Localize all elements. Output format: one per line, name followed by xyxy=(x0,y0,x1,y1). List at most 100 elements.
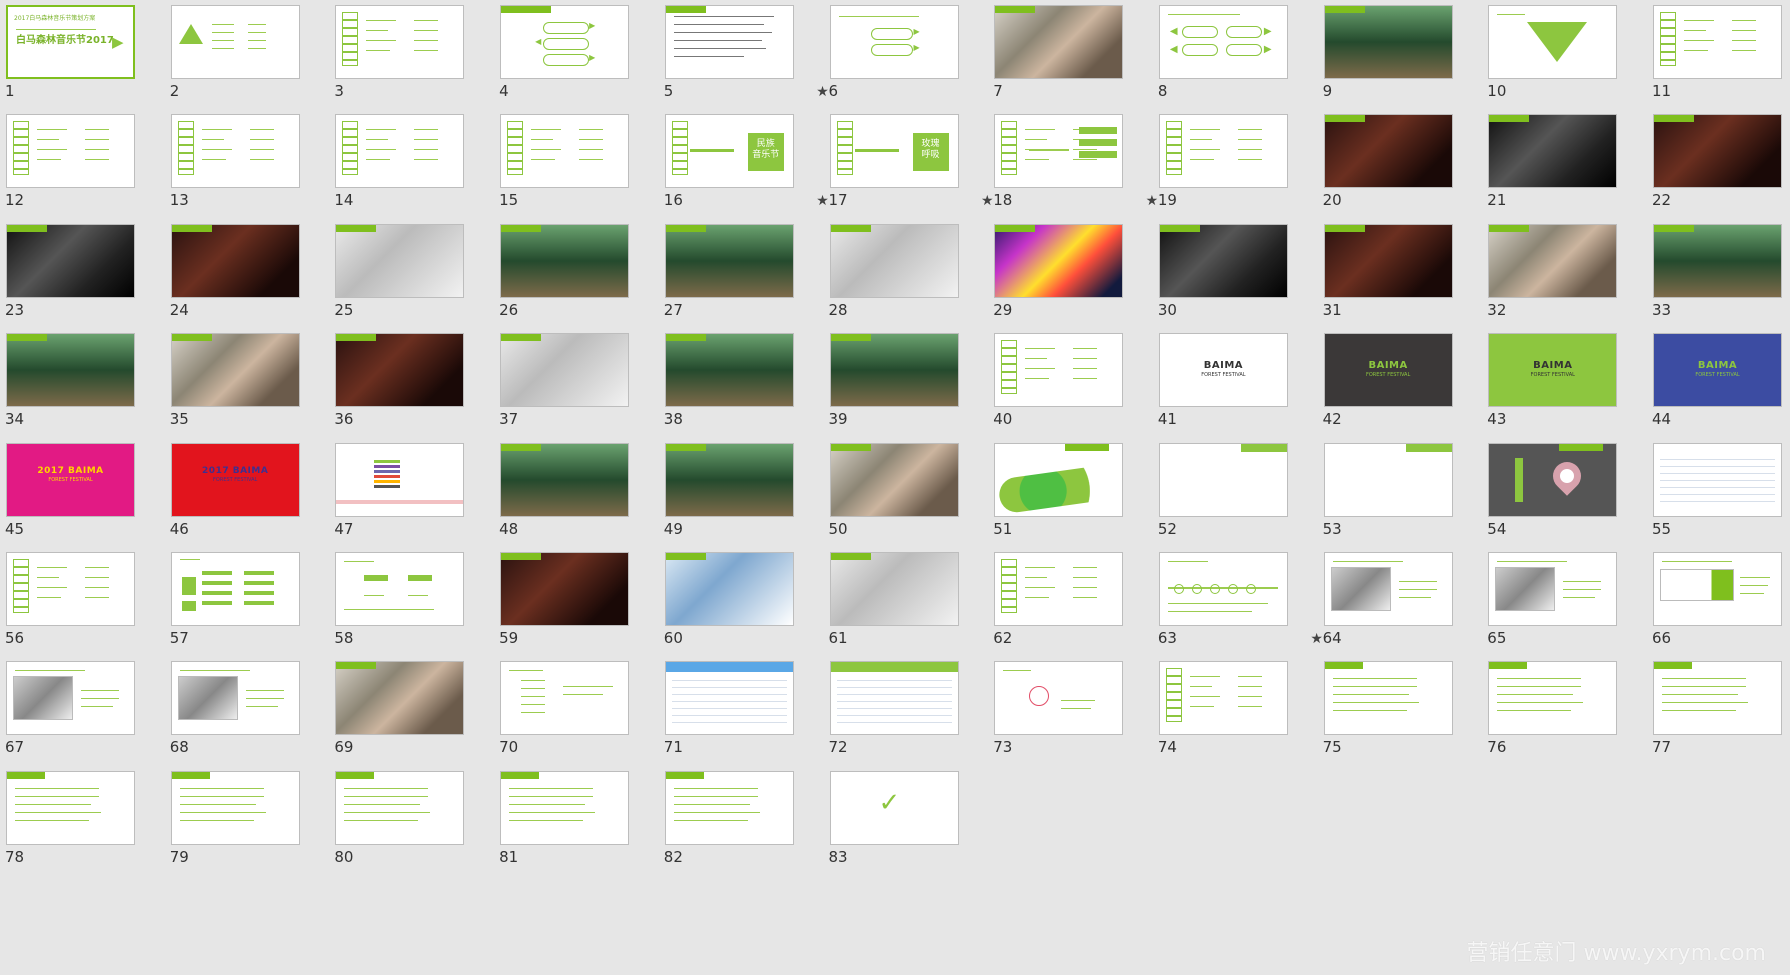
slide-item[interactable]: 61 xyxy=(829,552,994,661)
slide-item[interactable]: 24 xyxy=(170,223,335,333)
slide-thumbnail[interactable] xyxy=(1158,552,1288,626)
slide-item[interactable]: 60 xyxy=(664,552,829,661)
slide-item[interactable]: 58 xyxy=(334,552,499,661)
slide-thumbnail[interactable] xyxy=(829,442,959,517)
slide-item[interactable]: 80 xyxy=(334,770,499,880)
slide-item[interactable]: 30 xyxy=(1158,223,1323,333)
slide-item[interactable]: 51 xyxy=(993,442,1158,552)
slide-thumbnail[interactable] xyxy=(335,114,465,189)
slide-item[interactable]: 11 xyxy=(1652,5,1790,114)
slide-thumbnail[interactable] xyxy=(1653,442,1782,517)
slide-thumbnail[interactable] xyxy=(335,661,465,736)
slide-item[interactable]: 54 xyxy=(1487,442,1652,552)
slide-item[interactable]: 33 xyxy=(1652,223,1790,333)
slide-item[interactable]: 2017 BAIMA FOREST FESTIVAL 46 xyxy=(170,442,335,552)
slide-item[interactable]: ✓ 83 xyxy=(829,770,994,880)
slide-item[interactable]: 67 xyxy=(5,661,170,770)
slide-thumbnail[interactable] xyxy=(994,333,1124,408)
slide-thumbnail[interactable]: 2017 BAIMA FOREST FESTIVAL xyxy=(6,442,135,517)
slide-item[interactable]: 19 xyxy=(1158,114,1323,223)
slide-thumbnail[interactable] xyxy=(1653,661,1782,736)
slide-thumbnail[interactable]: 2017白马森林音乐节策划方案 白马森林音乐节2017 ▶ xyxy=(6,5,135,79)
slide-item[interactable]: ▶ ◀ ▶ 4 xyxy=(499,5,664,114)
slide-item[interactable]: 15 xyxy=(499,114,664,223)
slide-item[interactable]: 66 xyxy=(1652,552,1790,661)
slide-item[interactable]: 62 xyxy=(993,552,1158,661)
slide-thumbnail[interactable] xyxy=(1653,114,1782,189)
slide-thumbnail[interactable] xyxy=(829,333,959,408)
slide-thumbnail[interactable] xyxy=(1653,5,1782,79)
slide-item[interactable]: 28 xyxy=(829,223,994,333)
slide-thumbnail[interactable] xyxy=(1323,223,1453,298)
slide-thumbnail[interactable] xyxy=(1323,661,1453,736)
slide-thumbnail[interactable] xyxy=(1158,223,1288,298)
slide-thumbnail[interactable] xyxy=(994,5,1124,79)
slide-item[interactable]: 35 xyxy=(170,333,335,442)
slide-thumbnail[interactable] xyxy=(1488,114,1618,189)
slide-thumbnail[interactable] xyxy=(1488,442,1618,517)
slide-item[interactable]: 82 xyxy=(664,770,829,880)
slide-thumbnail[interactable] xyxy=(500,770,630,845)
slide-thumbnail[interactable] xyxy=(170,5,300,79)
slide-thumbnail[interactable] xyxy=(1488,552,1618,626)
slide-thumbnail[interactable] xyxy=(1653,223,1782,298)
slide-item[interactable]: 40 xyxy=(993,333,1158,442)
slide-item[interactable]: 29 xyxy=(993,223,1158,333)
slide-thumbnail[interactable] xyxy=(500,442,630,517)
slide-thumbnail[interactable] xyxy=(829,223,959,298)
slide-thumbnail[interactable] xyxy=(1488,223,1618,298)
slide-item[interactable]: 2017白马森林音乐节策划方案 白马森林音乐节2017 ▶ 1 xyxy=(5,5,170,114)
slide-item[interactable]: ◀ ▶ ◀ ▶ 8 xyxy=(1158,5,1323,114)
slide-item[interactable]: 65 xyxy=(1487,552,1652,661)
slide-item[interactable]: 14 xyxy=(334,114,499,223)
slide-thumbnail[interactable] xyxy=(170,661,300,736)
slide-item[interactable]: 20 xyxy=(1323,114,1488,223)
slide-thumbnail[interactable]: BAIMA FOREST FESTIVAL xyxy=(1653,333,1782,408)
slide-item[interactable]: 52 xyxy=(1158,442,1323,552)
slide-thumbnail[interactable] xyxy=(1488,5,1618,79)
slide-item[interactable]: 53 xyxy=(1323,442,1488,552)
slide-item[interactable]: 63 ★ xyxy=(1158,552,1323,661)
slide-thumbnail[interactable] xyxy=(500,333,630,408)
slide-item[interactable]: 57 xyxy=(170,552,335,661)
slide-thumbnail[interactable] xyxy=(664,442,794,517)
slide-item[interactable]: ▶ ▶ 6 xyxy=(829,5,994,114)
slide-thumbnail[interactable] xyxy=(664,333,794,408)
slide-thumbnail[interactable]: ✓ xyxy=(829,770,959,845)
slide-thumbnail[interactable] xyxy=(664,5,794,79)
slide-item[interactable]: 34 xyxy=(5,333,170,442)
slide-item[interactable]: 2 xyxy=(170,5,335,114)
slide-item[interactable]: 64 xyxy=(1323,552,1488,661)
slide-thumbnail[interactable]: BAIMA FOREST FESTIVAL xyxy=(1323,333,1453,408)
slide-thumbnail[interactable] xyxy=(6,552,135,626)
slide-thumbnail[interactable]: 2017 BAIMA FOREST FESTIVAL xyxy=(170,442,300,517)
slide-item[interactable]: 36 xyxy=(334,333,499,442)
slide-item[interactable]: 73 xyxy=(993,661,1158,770)
slide-thumbnail[interactable] xyxy=(994,552,1124,626)
slide-item[interactable]: 72 xyxy=(829,661,994,770)
slide-thumbnail[interactable] xyxy=(664,552,794,626)
slide-thumbnail[interactable] xyxy=(335,5,465,79)
slide-thumbnail[interactable] xyxy=(335,552,465,626)
slide-item[interactable]: 55 xyxy=(1652,442,1790,552)
slide-item[interactable]: 81 xyxy=(499,770,664,880)
slide-item[interactable]: 13 xyxy=(170,114,335,223)
slide-thumbnail[interactable] xyxy=(170,114,300,189)
slide-item[interactable]: 10 xyxy=(1487,5,1652,114)
slide-item[interactable]: 50 xyxy=(829,442,994,552)
slide-thumbnail[interactable] xyxy=(335,770,465,845)
slide-item[interactable]: 69 xyxy=(334,661,499,770)
slide-item[interactable]: 77 xyxy=(1652,661,1790,770)
slide-thumbnail[interactable] xyxy=(664,223,794,298)
slide-thumbnail[interactable] xyxy=(1323,442,1453,517)
slide-item[interactable]: 79 xyxy=(170,770,335,880)
slide-item[interactable]: 26 xyxy=(499,223,664,333)
slide-thumbnail[interactable] xyxy=(829,661,959,736)
slide-thumbnail[interactable] xyxy=(6,770,135,845)
slide-item[interactable]: 27 xyxy=(664,223,829,333)
slide-item[interactable]: 38 xyxy=(664,333,829,442)
slide-item[interactable]: 18 ★ xyxy=(993,114,1158,223)
slide-thumbnail[interactable] xyxy=(664,661,794,736)
slide-thumbnail[interactable] xyxy=(994,223,1124,298)
slide-thumbnail[interactable] xyxy=(170,223,300,298)
